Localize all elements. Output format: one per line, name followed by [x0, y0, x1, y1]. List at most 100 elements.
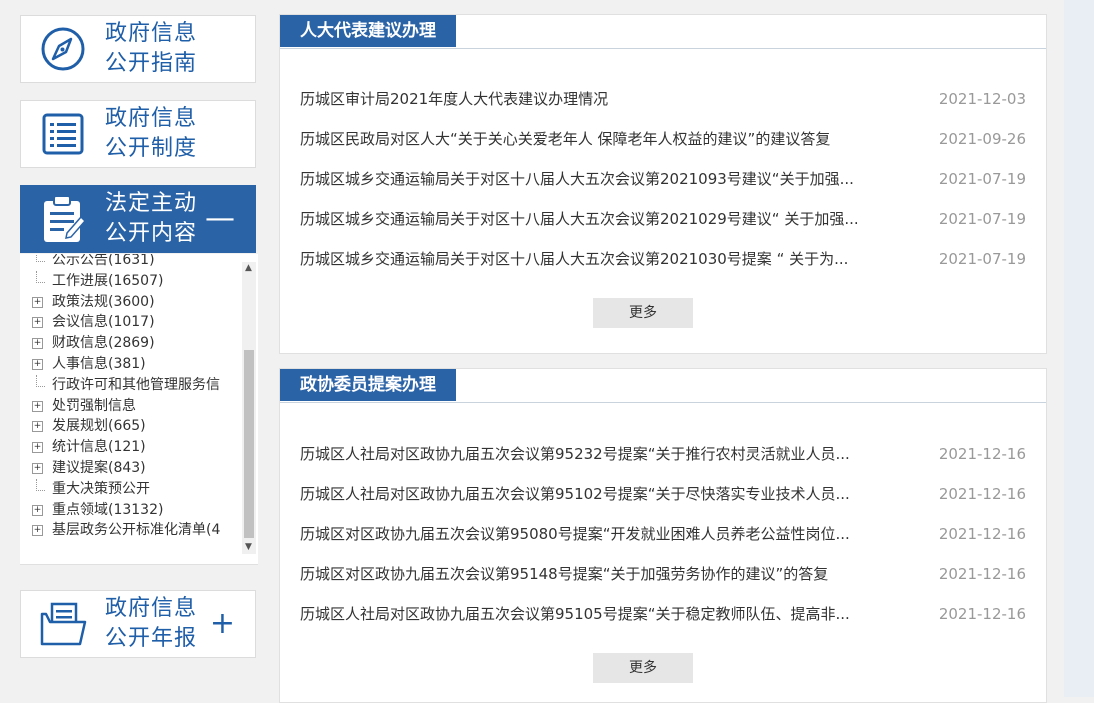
panel-title[interactable]: 政协委员提案办理	[280, 369, 456, 401]
tree-item-label: 基层政务公开标准化清单(4	[52, 522, 221, 539]
expand-node-icon[interactable]: +	[32, 358, 43, 370]
tree-item-label: 财政信息(2869)	[52, 335, 155, 352]
nav-card-guide[interactable]: 政府信息 公开指南	[20, 15, 256, 83]
nav-card-statutory[interactable]: 法定主动 公开内容 —	[20, 185, 256, 253]
tree-scrollbar[interactable]: ▲ ▼	[242, 262, 256, 554]
nav-card-annual-report[interactable]: 政府信息 公开年报 +	[20, 590, 256, 658]
compass-icon	[21, 15, 105, 83]
item-date: 2021-07-19	[938, 170, 1026, 188]
tree-item-label: 重大决策预公开	[52, 480, 150, 497]
tree-item[interactable]: + 发展规划(665)	[30, 416, 242, 437]
item-title[interactable]: 历城区人社局对区政协九届五次会议第95105号提案“关于稳定教师队伍、提高非..…	[300, 594, 895, 634]
cppcc-proposals-panel: 政协委员提案办理 历城区人社局对区政协九届五次会议第95232号提案“关于推行农…	[279, 368, 1047, 703]
panel-list: 历城区人社局对区政协九届五次会议第95232号提案“关于推行农村灵活就业人员..…	[300, 434, 1026, 634]
tree-item-label: 发展规划(665)	[52, 418, 146, 435]
item-title[interactable]: 历城区民政局对区人大“关于关心关爱老年人 保障老年人权益的建议”的建议答复	[300, 119, 895, 159]
tree-branch-line	[36, 374, 45, 387]
scroll-up-icon[interactable]: ▲	[245, 264, 252, 273]
list-item[interactable]: 历城区城乡交通运输局关于对区十八届人大五次会议第2021029号建议“ 关于加强…	[300, 199, 1026, 239]
tree-item[interactable]: + 重点领域(13132)	[30, 500, 242, 521]
tree-branch-line	[36, 270, 45, 283]
tree-item[interactable]: 工作进展(16507)	[30, 270, 242, 292]
list-item[interactable]: 历城区对区政协九届五次会议第95080号提案“开发就业困难人员养老公益性岗位..…	[300, 514, 1026, 554]
expand-node-icon[interactable]: +	[32, 317, 43, 329]
item-date: 2021-12-16	[938, 445, 1026, 463]
tree-item[interactable]: 公示公告(1631)	[30, 254, 242, 271]
nav-card-system[interactable]: 政府信息 公开制度	[20, 100, 256, 168]
tree-item-label: 重点领域(13132)	[52, 501, 164, 518]
tree-item-label: 公示公告(1631)	[52, 254, 155, 268]
tree-item[interactable]: 行政许可和其他管理服务信	[30, 374, 242, 396]
list-item[interactable]: 历城区对区政协九届五次会议第95148号提案“关于加强劳务协作的建议”的答复 20…	[300, 554, 1026, 594]
list-document-icon	[21, 100, 105, 168]
list-item[interactable]: 历城区城乡交通运输局关于对区十八届人大五次会议第2021030号提案 “ 关于为…	[300, 239, 1026, 279]
page-edge	[1064, 0, 1094, 697]
item-title[interactable]: 历城区对区政协九届五次会议第95148号提案“关于加强劳务协作的建议”的答复	[300, 554, 895, 594]
tree-list: 公示公告(1631) 工作进展(16507) + 政策法规(3600) + 会议信息(10…	[30, 254, 242, 541]
tree-item[interactable]: + 政策法规(3600)	[30, 292, 242, 313]
tree-item[interactable]: + 财政信息(2869)	[30, 333, 242, 354]
item-title[interactable]: 历城区人社局对区政协九届五次会议第95102号提案“关于尽快落实专业技术人员..…	[300, 474, 895, 514]
item-date: 2021-12-03	[938, 90, 1026, 108]
list-item[interactable]: 历城区人社局对区政协九届五次会议第95232号提案“关于推行农村灵活就业人员..…	[300, 434, 1026, 474]
expand-node-icon[interactable]: +	[32, 296, 43, 308]
tree-item-label: 行政许可和其他管理服务信	[52, 376, 220, 393]
item-date: 2021-12-16	[938, 565, 1026, 583]
tree-item-label: 人事信息(381)	[52, 355, 146, 372]
tree-item[interactable]: + 人事信息(381)	[30, 354, 242, 375]
category-tree: 公示公告(1631) 工作进展(16507) + 政策法规(3600) + 会议信息(10…	[20, 254, 258, 565]
expand-node-icon[interactable]: +	[32, 504, 43, 516]
tree-item-label: 工作进展(16507)	[52, 272, 164, 289]
expand-node-icon[interactable]: +	[32, 525, 43, 537]
item-title[interactable]: 历城区城乡交通运输局关于对区十八届人大五次会议第2021030号提案 “ 关于为…	[300, 239, 895, 279]
nav-card-label: 法定主动 公开内容	[105, 191, 198, 246]
item-date: 2021-09-26	[938, 130, 1026, 148]
tree-item-label: 统计信息(121)	[52, 439, 146, 456]
tree-item[interactable]: + 建议提案(843)	[30, 458, 242, 479]
tree-item[interactable]: 重大决策预公开	[30, 478, 242, 500]
more-button[interactable]: 更多	[593, 298, 693, 328]
list-item[interactable]: 历城区城乡交通运输局关于对区十八届人大五次会议第2021093号建议“关于加强.…	[300, 159, 1026, 199]
list-item[interactable]: 历城区审计局2021年度人大代表建议办理情况 2021-12-03	[300, 79, 1026, 119]
panel-list: 历城区审计局2021年度人大代表建议办理情况 2021-12-03 历城区民政局对区…	[300, 79, 1026, 279]
tree-branch-line	[36, 254, 45, 262]
expand-node-icon[interactable]: +	[32, 338, 43, 350]
panel-header: 政协委员提案办理	[280, 369, 1046, 403]
expand-node-icon[interactable]: +	[32, 400, 43, 412]
tree-item[interactable]: + 会议信息(1017)	[30, 312, 242, 333]
more-button[interactable]: 更多	[593, 653, 693, 683]
list-item[interactable]: 历城区人社局对区政协九届五次会议第95102号提案“关于尽快落实专业技术人员..…	[300, 474, 1026, 514]
list-item[interactable]: 历城区人社局对区政协九届五次会议第95105号提案“关于稳定教师队伍、提高非..…	[300, 594, 1026, 634]
expand-icon[interactable]: +	[210, 609, 235, 639]
expand-node-icon[interactable]: +	[32, 462, 43, 474]
item-date: 2021-12-16	[938, 525, 1026, 543]
list-item[interactable]: 历城区民政局对区人大“关于关心关爱老年人 保障老年人权益的建议”的建议答复 202…	[300, 119, 1026, 159]
panel-title[interactable]: 人大代表建议办理	[280, 15, 456, 47]
item-date: 2021-12-16	[938, 485, 1026, 503]
item-title[interactable]: 历城区人社局对区政协九届五次会议第95232号提案“关于推行农村灵活就业人员..…	[300, 434, 895, 474]
panel-header: 人大代表建议办理	[280, 15, 1046, 49]
nav-card-label: 政府信息 公开指南	[105, 21, 198, 76]
tree-item-label: 处罚强制信息	[52, 397, 136, 414]
collapse-icon[interactable]: —	[205, 204, 235, 234]
tree-item[interactable]: + 处罚强制信息	[30, 396, 242, 417]
expand-node-icon[interactable]: +	[32, 421, 43, 433]
scroll-down-icon[interactable]: ▼	[245, 543, 252, 552]
nav-card-label: 政府信息 公开制度	[105, 106, 198, 161]
scroll-thumb[interactable]	[244, 350, 254, 538]
item-title[interactable]: 历城区对区政协九届五次会议第95080号提案“开发就业困难人员养老公益性岗位..…	[300, 514, 895, 554]
clipboard-edit-icon	[21, 185, 105, 253]
tree-branch-line	[36, 478, 45, 491]
item-date: 2021-07-19	[938, 250, 1026, 268]
tree-item[interactable]: + 基层政务公开标准化清单(4	[30, 520, 242, 541]
expand-node-icon[interactable]: +	[32, 442, 43, 454]
item-title[interactable]: 历城区城乡交通运输局关于对区十八届人大五次会议第2021029号建议“ 关于加强…	[300, 199, 895, 239]
item-title[interactable]: 历城区城乡交通运输局关于对区十八届人大五次会议第2021093号建议“关于加强.…	[300, 159, 895, 199]
tree-item[interactable]: + 统计信息(121)	[30, 437, 242, 458]
npc-suggestions-panel: 人大代表建议办理 历城区审计局2021年度人大代表建议办理情况 2021-12-0…	[279, 14, 1047, 354]
folder-document-icon	[21, 590, 105, 658]
tree-item-label: 政策法规(3600)	[52, 293, 155, 310]
nav-card-label: 政府信息 公开年报	[105, 596, 198, 651]
item-title[interactable]: 历城区审计局2021年度人大代表建议办理情况	[300, 79, 895, 119]
tree-item-label: 会议信息(1017)	[52, 314, 155, 331]
